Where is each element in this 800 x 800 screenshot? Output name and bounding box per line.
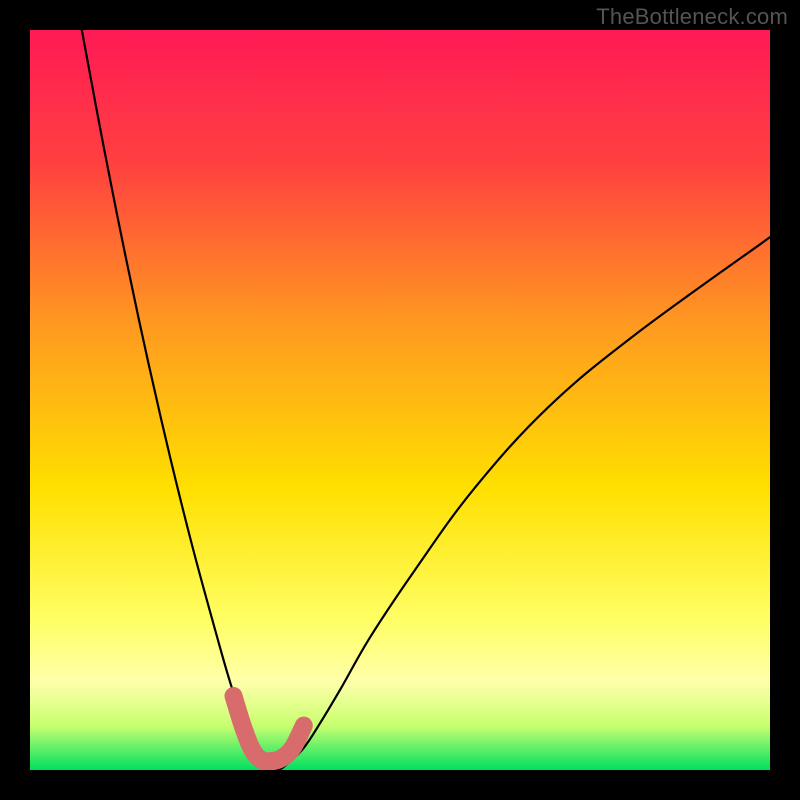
- watermark-text: TheBottleneck.com: [596, 4, 788, 30]
- gradient-background: [30, 30, 770, 770]
- plot-area: [30, 30, 770, 770]
- chart-svg: [30, 30, 770, 770]
- chart-frame: TheBottleneck.com: [0, 0, 800, 800]
